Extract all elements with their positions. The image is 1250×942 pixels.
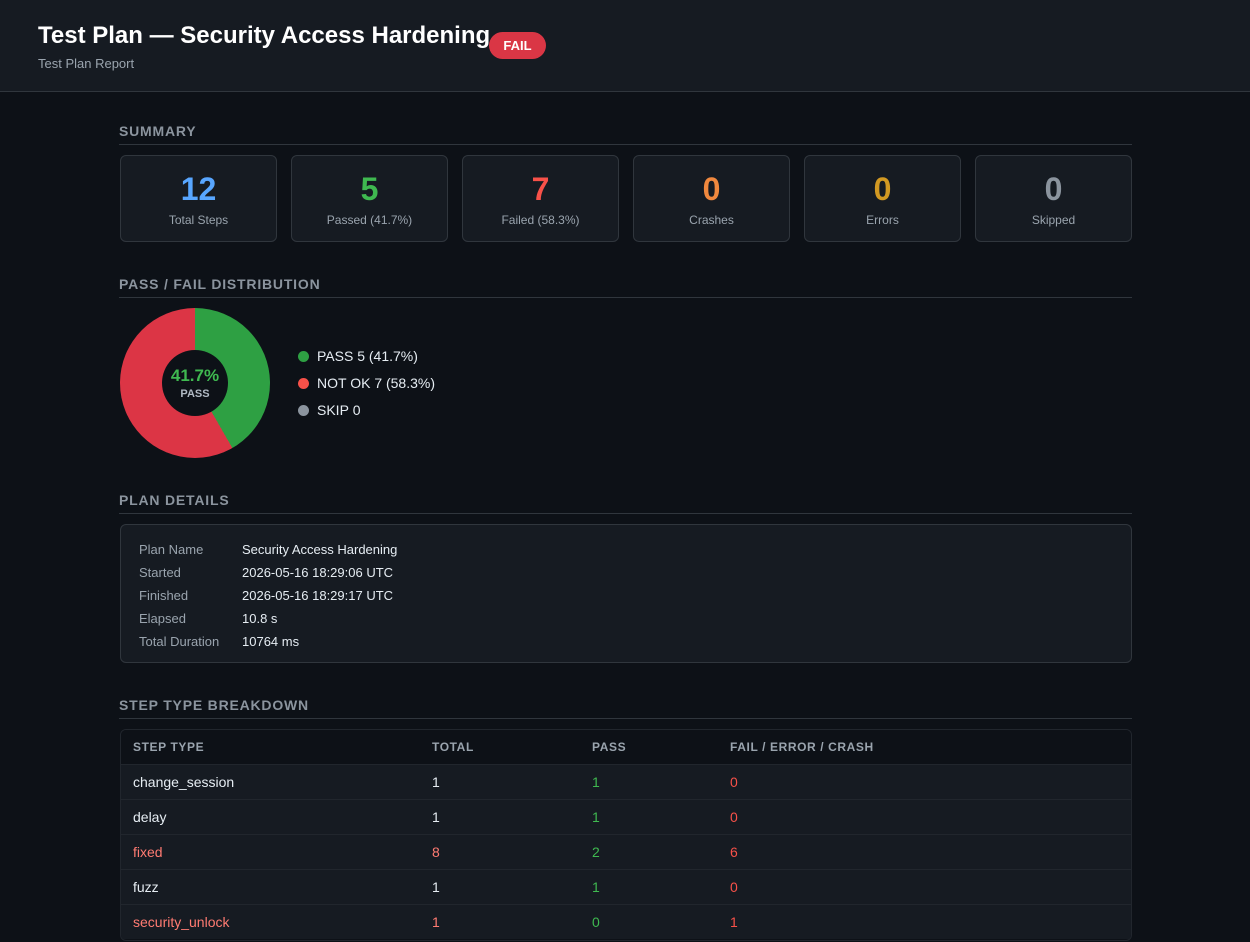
cell-fail: 0 [730, 764, 1131, 800]
cell-pass: 1 [592, 764, 730, 800]
detail-key: Plan Name [139, 542, 204, 557]
cell-pass: 2 [592, 834, 730, 870]
cell-pass: 1 [592, 869, 730, 905]
cell-step-type: security_unlock [121, 904, 432, 939]
cell-total: 1 [432, 764, 592, 800]
detail-key: Total Duration [139, 634, 220, 649]
legend-label-skip: SKIP [317, 402, 349, 418]
status-badge: FAIL [489, 32, 546, 59]
plan-details-section-title: PLAN DETAILS [119, 492, 1132, 514]
table-row: fixed 8 2 6 [121, 834, 1131, 870]
legend-item-skip: SKIP 0 [298, 402, 361, 418]
cell-total: 8 [432, 834, 592, 870]
detail-key: Started [139, 565, 181, 580]
summary-card-total-steps: 12 Total Steps [120, 155, 277, 242]
column-header-pass: PASS [592, 730, 730, 765]
column-header-total: TOTAL [432, 730, 592, 765]
errors-value: 0 [873, 171, 892, 207]
cell-step-type: delay [121, 799, 432, 835]
legend-label-pass: PASS [317, 348, 354, 364]
pass-fail-donut-chart: 41.7% PASS [120, 308, 270, 458]
detail-value: 2026-05-16 18:29:06 UTC [242, 565, 394, 580]
legend-item-not-ok: NOT OK 7 (58.3%) [298, 375, 435, 391]
cell-total: 1 [432, 869, 592, 905]
column-header-fail: FAIL / ERROR / CRASH [730, 730, 1131, 765]
donut-center-percent: 41.7% [170, 366, 220, 385]
errors-label: Errors [866, 213, 899, 227]
summary-card-skipped: 0 Skipped [975, 155, 1132, 242]
detail-value: Security Access Hardening [242, 542, 398, 557]
cell-fail: 1 [730, 904, 1131, 939]
detail-key: Finished [139, 588, 189, 603]
legend-item-pass: PASS 5 (41.7%) [298, 348, 418, 364]
cell-step-type: change_session [121, 764, 432, 800]
passed-value: 5 [360, 171, 379, 207]
page-title: Test Plan — Security Access Hardening [38, 22, 491, 49]
skipped-value: 0 [1044, 171, 1063, 207]
cell-fail: 6 [730, 834, 1131, 870]
detail-key: Elapsed [139, 611, 186, 626]
distribution-section-title: PASS / FAIL DISTRIBUTION [119, 276, 1132, 298]
skipped-label: Skipped [1031, 213, 1076, 227]
failed-label: Failed (58.3%) [501, 213, 580, 227]
legend-dot-skip [298, 404, 309, 416]
legend-value-not-ok: 7 (58.3%) [374, 375, 436, 391]
table-row: security_unlock 1 0 1 [121, 904, 1131, 939]
cell-total: 1 [432, 799, 592, 835]
summary-section-title: SUMMARY [119, 123, 1132, 145]
page-subtitle: Test Plan Report [38, 56, 135, 71]
table-header-row: STEP TYPE TOTAL PASS FAIL / ERROR / CRAS… [121, 730, 1131, 765]
donut-center-label: PASS [180, 388, 210, 400]
detail-value: 10.8 s [242, 611, 278, 626]
step-type-table: STEP TYPE TOTAL PASS FAIL / ERROR / CRAS… [120, 729, 1132, 941]
legend-label-not-ok: NOT OK [317, 375, 371, 391]
summary-card-crashes: 0 Crashes [633, 155, 790, 242]
donut-center: 41.7% PASS [162, 350, 228, 416]
legend-dot-not-ok [298, 377, 309, 389]
crashes-label: Crashes [689, 213, 734, 227]
report-header: Test Plan — Security Access Hardening FA… [0, 0, 1250, 92]
cell-total: 1 [432, 904, 592, 939]
failed-value: 7 [531, 171, 550, 207]
passed-label: Passed (41.7%) [326, 213, 413, 227]
legend-dot-pass [298, 350, 309, 362]
summary-card-failed: 7 Failed (58.3%) [462, 155, 619, 242]
summary-card-passed: 5 Passed (41.7%) [291, 155, 448, 242]
table-row: change_session 1 1 0 [121, 764, 1131, 800]
cell-fail: 0 [730, 869, 1131, 905]
column-header-step-type: STEP TYPE [121, 730, 432, 765]
summary-card-errors: 0 Errors [804, 155, 961, 242]
cell-pass: 0 [592, 904, 730, 939]
legend-value-pass: 5 (41.7%) [357, 348, 418, 364]
plan-details-panel: Plan Name Security Access Hardening Star… [120, 524, 1132, 663]
cell-step-type: fuzz [121, 869, 432, 905]
crashes-value: 0 [702, 171, 721, 207]
total-steps-label: Total Steps [168, 213, 229, 227]
cell-step-type: fixed [121, 834, 432, 870]
detail-value: 2026-05-16 18:29:17 UTC [242, 588, 394, 603]
detail-value: 10764 ms [242, 634, 300, 649]
cell-pass: 1 [592, 799, 730, 835]
table-row: fuzz 1 1 0 [121, 869, 1131, 905]
breakdown-section-title: STEP TYPE BREAKDOWN [119, 697, 1132, 719]
total-steps-value: 12 [180, 171, 217, 207]
cell-fail: 0 [730, 799, 1131, 835]
table-row: delay 1 1 0 [121, 799, 1131, 835]
legend-value-skip: 0 [352, 402, 361, 418]
